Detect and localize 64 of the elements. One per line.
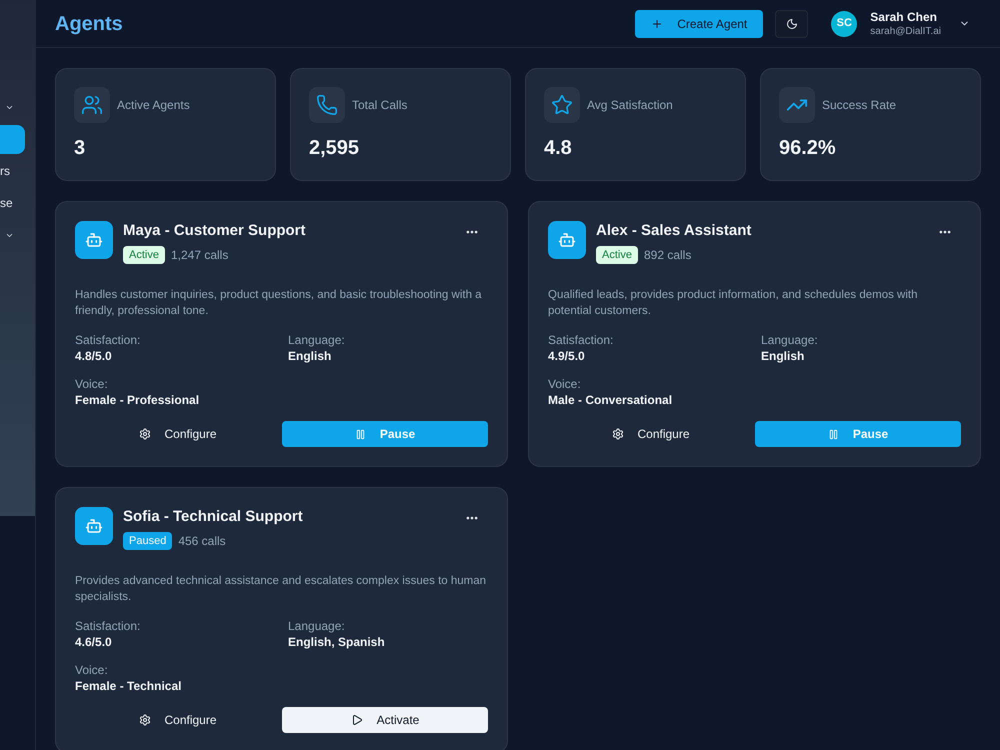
stat-value: 3 xyxy=(74,136,86,161)
users-icon xyxy=(81,94,103,116)
agent-description: Qualified leads, provides product information, and schedules demos with potential customers. xyxy=(548,288,918,319)
stat-value: 4.8 xyxy=(544,136,573,161)
detail-value: English xyxy=(288,348,332,364)
detail-value: Male - Conversational xyxy=(548,392,674,408)
detail-label: Language: xyxy=(288,618,346,634)
stat-label: Active Agents xyxy=(117,97,190,114)
plus-icon xyxy=(651,18,664,30)
user-email: sarah@DialIT.ai xyxy=(870,24,941,38)
play-icon xyxy=(350,714,363,726)
call-count: 892 calls xyxy=(644,248,692,262)
configure-button[interactable]: Configure xyxy=(548,421,754,447)
detail-label: Satisfaction: xyxy=(548,332,614,348)
call-count: 1,247 calls xyxy=(170,248,228,262)
sidebar-item[interactable]: rs xyxy=(0,163,10,179)
user-name: Sarah Chen xyxy=(870,10,938,24)
detail-value: Female - Technical xyxy=(75,678,182,694)
stat-label: Avg Satisfaction xyxy=(587,97,673,114)
configure-button[interactable]: Configure xyxy=(75,707,281,733)
sidebar-item[interactable]: se xyxy=(0,195,13,211)
detail-value: 4.6/5.0 xyxy=(75,634,113,650)
robot-icon xyxy=(75,507,113,545)
page-title: Agents xyxy=(55,12,123,36)
robot-icon xyxy=(75,221,113,259)
stat-label: Total Calls xyxy=(352,97,408,114)
agent-name: Alex - Sales Assistant xyxy=(596,221,752,241)
agent-description: Provides advanced technical assistance and escalates complex issues to human specialists. xyxy=(75,574,488,605)
detail-value: English, Spanish xyxy=(288,634,386,650)
pause-icon xyxy=(354,428,366,440)
stat-value: 2,595 xyxy=(309,136,360,161)
stat-value: 96.2% xyxy=(779,136,837,161)
configure-button[interactable]: Configure xyxy=(75,421,281,447)
sidebar-item[interactable] xyxy=(0,124,25,154)
detail-value: 4.9/5.0 xyxy=(548,348,586,364)
moon-icon xyxy=(786,18,798,30)
detail-label: Satisfaction: xyxy=(75,618,142,634)
detail-label: Satisfaction: xyxy=(75,332,142,348)
status-badge: Active xyxy=(596,246,638,264)
agent-name: Maya - Customer Support xyxy=(123,221,307,241)
star-icon xyxy=(551,94,573,116)
create-agent-button[interactable]: Create Agent xyxy=(635,10,764,38)
phone-icon xyxy=(316,94,338,116)
call-count: 456 calls xyxy=(178,534,226,548)
theme-toggle-button[interactable] xyxy=(775,10,808,38)
pause-icon xyxy=(828,428,839,440)
detail-label: Language: xyxy=(761,332,819,348)
detail-value: 4.8/5.0 xyxy=(75,348,113,364)
settings-icon xyxy=(612,428,624,440)
stat-label: Success Rate xyxy=(822,97,896,114)
settings-icon xyxy=(139,428,152,440)
detail-label: Voice: xyxy=(548,376,582,392)
detail-label: Voice: xyxy=(75,376,109,392)
status-badge: Active xyxy=(123,246,165,264)
status-badge: Paused xyxy=(123,532,172,550)
settings-icon xyxy=(139,714,152,726)
detail-value: Female - Professional xyxy=(75,392,200,408)
robot-icon xyxy=(548,221,586,259)
agent-name: Sofia - Technical Support xyxy=(123,507,304,527)
agent-description: Handles customer inquiries, product questions, and basic troubleshooting with a friendly, professional tone. xyxy=(75,288,483,319)
detail-label: Voice: xyxy=(75,662,109,678)
detail-value: English xyxy=(761,348,806,364)
detail-label: Language: xyxy=(288,332,346,348)
activate-button[interactable]: Activate xyxy=(282,707,488,733)
